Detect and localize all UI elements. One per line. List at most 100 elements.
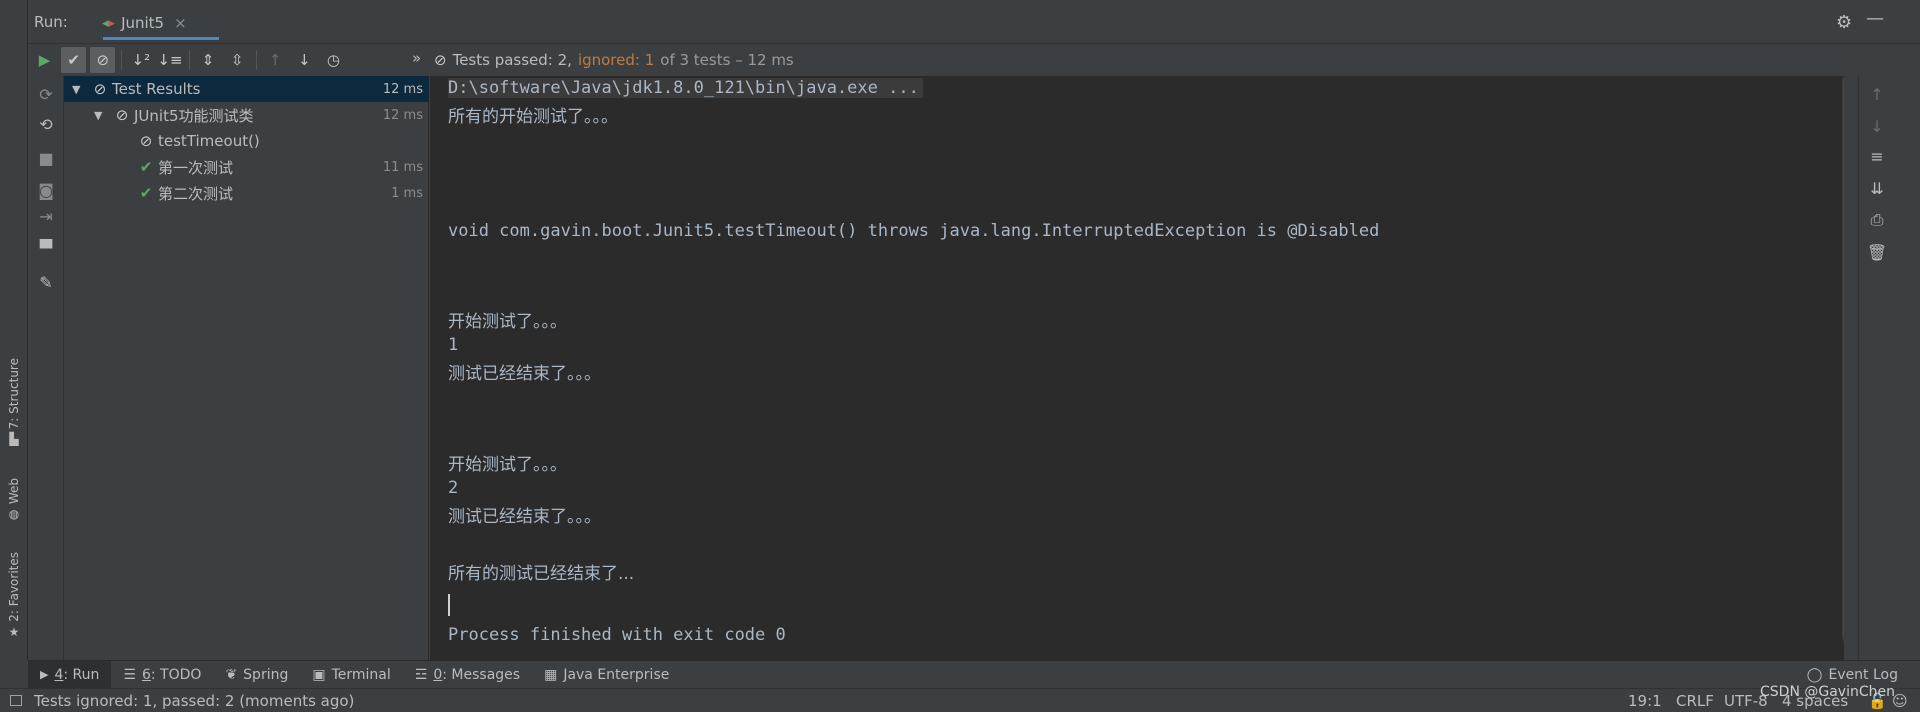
status-suffix: of 3 tests – 12 ms bbox=[660, 51, 794, 69]
soft-wrap-icon: ≡ bbox=[1870, 146, 1884, 166]
history-button[interactable]: ◷ bbox=[321, 47, 346, 73]
next-failed-button[interactable]: ↓ bbox=[292, 47, 317, 73]
ignored-icon: ⊘ bbox=[93, 80, 107, 98]
rerun-button[interactable]: ▶ bbox=[32, 47, 57, 73]
console-line: 2 bbox=[448, 478, 459, 498]
tab-mnemonic: 6 bbox=[141, 666, 151, 683]
sort-duration-button[interactable]: ↓≡ bbox=[157, 47, 182, 73]
check-icon: ✔ bbox=[139, 158, 153, 176]
toggle-auto-test-button[interactable]: ⟲ bbox=[28, 110, 64, 138]
sort-duration-icon: ↓≡ bbox=[157, 51, 183, 69]
scroll-to-end-button[interactable]: ⇊ bbox=[1859, 174, 1895, 202]
minimize-icon[interactable]: — bbox=[1866, 8, 1884, 29]
run-tab-junit5[interactable]: ◂▸ Junit5 × bbox=[88, 6, 201, 40]
stop-button[interactable]: ■ bbox=[28, 144, 64, 172]
watermark: CSDN @GavinChen bbox=[1760, 684, 1895, 700]
gear-icon[interactable]: ⚙ bbox=[1836, 12, 1852, 33]
print-icon: ⎙ bbox=[1870, 210, 1884, 229]
console-line: 开始测试了。。。 bbox=[448, 312, 567, 332]
check-icon: ✔ bbox=[139, 184, 153, 202]
ignored-icon: ⊘ bbox=[96, 51, 110, 69]
pin-tab-button[interactable]: ✎ bbox=[28, 268, 64, 296]
console-line: 1 bbox=[448, 335, 459, 355]
scroll-down-button[interactable]: ↓ bbox=[1859, 112, 1895, 140]
sort-alpha-icon: ↓² bbox=[131, 51, 151, 69]
console-scrollbar-thumb[interactable] bbox=[1843, 78, 1844, 638]
junit-icon: ◂▸ bbox=[102, 15, 116, 31]
expand-all-button[interactable]: ⇕ bbox=[195, 47, 220, 73]
console-line: 所有的测试已经结束了... bbox=[448, 564, 635, 584]
ignored-icon: ⊘ bbox=[434, 51, 447, 69]
layout-icon: ▀ bbox=[39, 238, 53, 258]
trash-icon: 🗑 bbox=[1866, 242, 1888, 262]
java-enterprise-icon: ▦ bbox=[544, 666, 558, 683]
text-caret bbox=[448, 594, 450, 616]
run-label: Run: bbox=[34, 13, 68, 31]
collapse-all-button[interactable]: ⇳ bbox=[225, 47, 250, 73]
terminal-icon: ▣ bbox=[312, 666, 326, 683]
bottom-tab-terminal[interactable]: ▣ Terminal bbox=[300, 661, 402, 689]
tree-row-second-test[interactable]: ✔ 第二次测试 1 ms bbox=[64, 180, 429, 206]
test-results-tree: ▼ ⊘ Test Results 12 ms ▼ ⊘ JUnit5功能测试类 1… bbox=[64, 76, 429, 660]
bottom-tab-java-enterprise[interactable]: ▦ Java Enterprise bbox=[532, 661, 681, 689]
status-ignored: ignored: 1 bbox=[577, 51, 655, 69]
tab-label: : TODO bbox=[150, 666, 202, 683]
prev-failed-button[interactable]: ↑ bbox=[263, 47, 288, 73]
tool-windows-toggle-icon[interactable] bbox=[10, 695, 22, 706]
clear-all-button[interactable]: 🗑 bbox=[1859, 238, 1895, 266]
bottom-tab-run[interactable]: ▶ 4: Run bbox=[28, 660, 112, 689]
tab-label: Java Enterprise bbox=[563, 666, 670, 683]
line-separator[interactable]: CRLF bbox=[1676, 692, 1714, 710]
tree-row-junit5-class[interactable]: ▼ ⊘ JUnit5功能测试类 12 ms bbox=[64, 102, 429, 128]
arrow-down-icon: ↓ bbox=[1870, 116, 1884, 136]
dump-threads-button[interactable]: ◙ bbox=[28, 176, 64, 204]
structure-tab[interactable]: 7: Structure ▙ bbox=[3, 358, 25, 446]
tree-row-test-results[interactable]: ▼ ⊘ Test Results 12 ms bbox=[64, 76, 429, 102]
tree-row-time: 11 ms bbox=[382, 159, 423, 175]
expand-arrow-icon[interactable]: ▼ bbox=[94, 109, 108, 122]
expand-arrow-icon[interactable]: ▼ bbox=[72, 83, 86, 96]
scroll-up-button[interactable]: ↑ bbox=[1859, 80, 1895, 108]
run-header: Run: ◂▸ Junit5 × ⚙ — bbox=[28, 0, 1920, 44]
spring-leaf-icon: ❦ bbox=[225, 666, 238, 683]
tree-row-time: 12 ms bbox=[382, 81, 423, 97]
console-line: D:\software\Java\jdk1.8.0_121\bin\java.e… bbox=[448, 78, 923, 98]
web-tab[interactable]: Web ◍ bbox=[3, 478, 25, 521]
pin-icon: ✎ bbox=[39, 272, 53, 292]
toolbar-divider bbox=[188, 50, 190, 70]
bottom-tab-todo[interactable]: ☰ 6: TODO bbox=[111, 661, 213, 689]
tab-underline bbox=[103, 37, 219, 40]
tree-row-time: 12 ms bbox=[382, 107, 423, 123]
show-ignored-button[interactable]: ⊘ bbox=[90, 47, 116, 73]
favorites-tab[interactable]: 2: Favorites ★ bbox=[3, 552, 25, 639]
arrow-up-icon: ↑ bbox=[268, 51, 282, 69]
left-tool-strip: 7: Structure ▙ Web ◍ 2: Favorites ★ bbox=[0, 0, 28, 660]
bottom-tab-messages[interactable]: ☲ 0: Messages bbox=[403, 661, 532, 689]
play-icon: ▶ bbox=[38, 51, 51, 69]
close-icon[interactable]: × bbox=[174, 14, 187, 32]
show-passed-button[interactable]: ✔ bbox=[61, 47, 87, 73]
console-line: 开始测试了。。。 bbox=[448, 455, 567, 475]
bottom-tab-spring[interactable]: ❦ Spring bbox=[213, 661, 300, 689]
toolbar-divider bbox=[255, 50, 257, 70]
tab-label: : Messages bbox=[442, 666, 521, 683]
tree-row-label: JUnit5功能测试类 bbox=[134, 106, 254, 125]
status-prefix: Tests passed: 2, bbox=[452, 51, 572, 69]
tab-mnemonic: 0 bbox=[433, 666, 443, 683]
chevron-right-icon[interactable]: » bbox=[412, 49, 421, 67]
print-button[interactable]: ⎙ bbox=[1859, 206, 1895, 234]
test-run-status: ⊘ Tests passed: 2, ignored: 1 of 3 tests… bbox=[434, 44, 794, 76]
rerun-failed-button[interactable]: ⟳ bbox=[28, 80, 64, 108]
check-icon: ✔ bbox=[67, 51, 80, 69]
soft-wrap-button[interactable]: ≡ bbox=[1859, 142, 1895, 170]
event-log-icon: ◯ bbox=[1806, 667, 1823, 683]
tree-row-first-test[interactable]: ✔ 第一次测试 11 ms bbox=[64, 154, 429, 180]
caret-position[interactable]: 19:1 bbox=[1628, 692, 1662, 710]
tree-row-test-timeout[interactable]: ⊘ testTimeout() bbox=[64, 128, 429, 154]
sort-alpha-button[interactable]: ↓² bbox=[128, 47, 153, 73]
exit-button[interactable]: ⇥ bbox=[28, 202, 64, 230]
tab-label: : Run bbox=[63, 666, 100, 683]
status-bar: Tests ignored: 1, passed: 2 (moments ago… bbox=[0, 688, 1920, 712]
console-output[interactable]: D:\software\Java\jdk1.8.0_121\bin\java.e… bbox=[430, 76, 1844, 660]
layout-button[interactable]: ▀ bbox=[28, 234, 64, 262]
